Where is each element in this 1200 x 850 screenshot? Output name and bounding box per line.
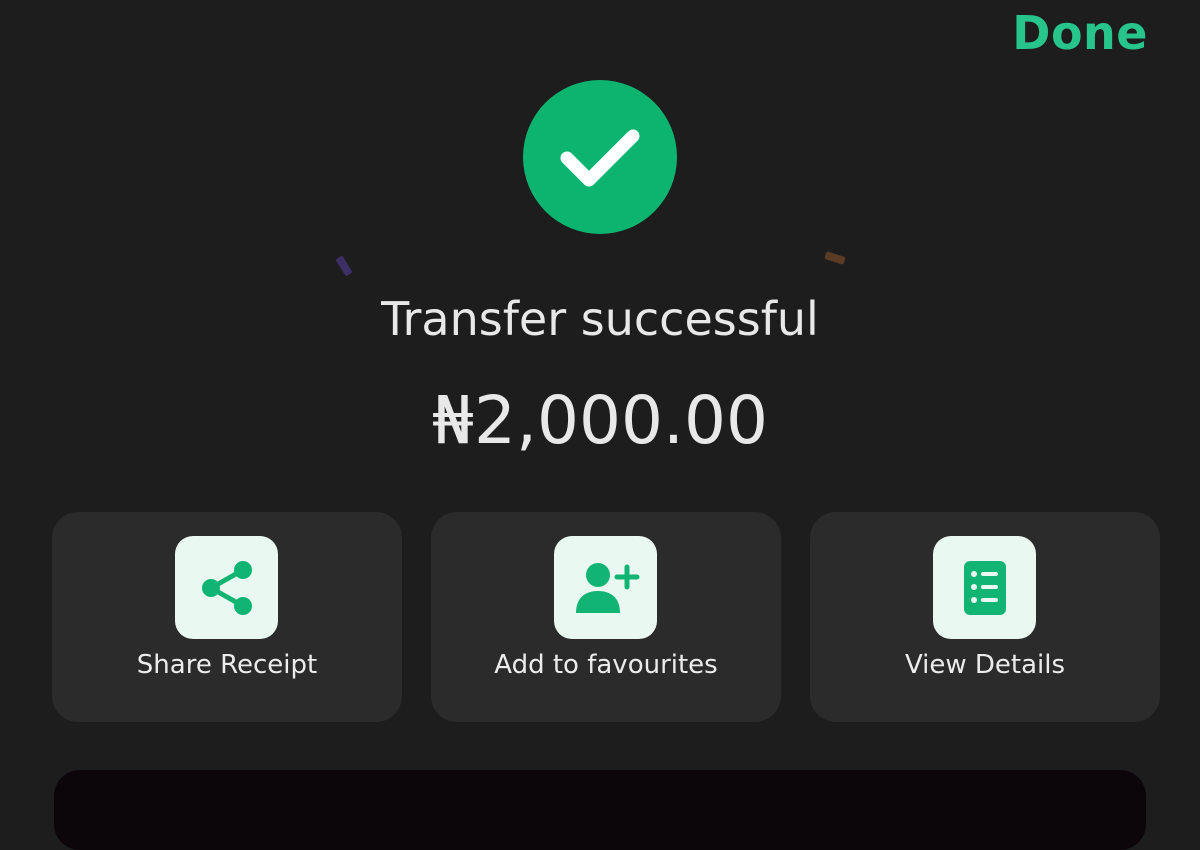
add-to-favourites-label: Add to favourites bbox=[494, 650, 718, 680]
view-details-label: View Details bbox=[904, 650, 1066, 680]
share-icon bbox=[175, 536, 278, 639]
add-to-favourites-button[interactable]: Add to favourites bbox=[431, 512, 781, 722]
share-receipt-button[interactable]: Share Receipt bbox=[52, 512, 402, 722]
bottom-panel bbox=[54, 770, 1146, 850]
status-title: Transfer successful bbox=[381, 292, 819, 346]
done-button[interactable]: Done bbox=[1012, 6, 1148, 60]
confetti-right-decoration bbox=[824, 251, 846, 265]
action-row: Share Receipt Add to favourites View Det… bbox=[52, 512, 1160, 722]
confetti-left-decoration bbox=[335, 255, 353, 277]
share-receipt-label: Share Receipt bbox=[136, 650, 318, 680]
view-details-button[interactable]: View Details bbox=[810, 512, 1160, 722]
add-user-icon bbox=[554, 536, 657, 639]
transfer-amount: ₦2,000.00 bbox=[432, 382, 768, 459]
success-check-icon bbox=[523, 80, 677, 234]
details-list-icon bbox=[933, 536, 1036, 639]
